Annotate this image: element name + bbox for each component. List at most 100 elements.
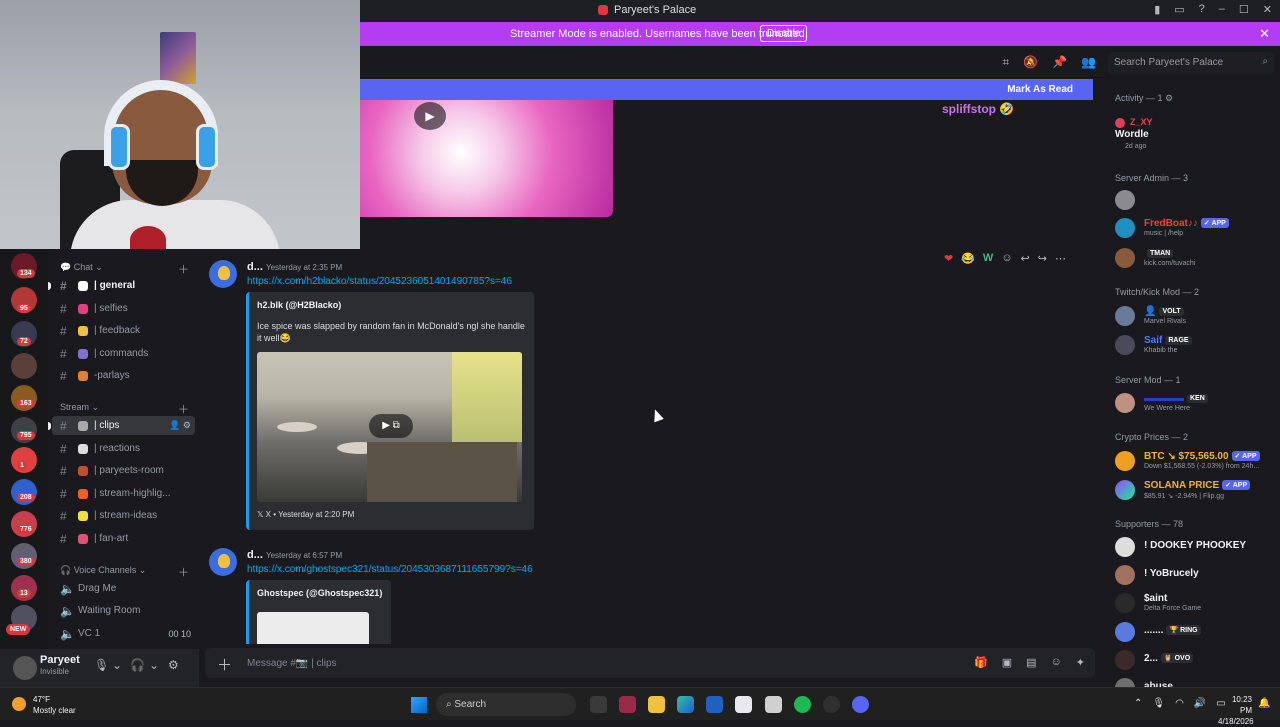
upload-plus-icon[interactable]: ＋ <box>217 654 232 675</box>
spotify-icon[interactable] <box>794 696 811 713</box>
screen-icon[interactable]: ▭ <box>1174 3 1184 16</box>
message-link[interactable]: https://x.com/h2blacko/status/2045236051… <box>247 276 512 287</box>
store-icon[interactable] <box>706 696 723 713</box>
channel-selfies[interactable]: # | selfies <box>52 299 195 318</box>
settings-gear-icon[interactable]: ⚙ <box>168 658 179 672</box>
windows-start-icon[interactable] <box>411 697 427 713</box>
embed-author[interactable]: Ghostspec (@Ghostspec321) <box>257 588 382 598</box>
embed-image[interactable] <box>257 612 369 644</box>
voice-channel-vc1[interactable]: 🔈 VC 1 00 10 <box>52 624 195 643</box>
avatar[interactable] <box>13 656 37 680</box>
gift-icon[interactable]: 🎁 <box>974 656 988 669</box>
channel-settings-icon[interactable]: 👤 ⚙ <box>169 420 191 431</box>
weather-widget[interactable]: 47°F Mostly clear <box>33 694 76 716</box>
member-row[interactable]: SOLANA PRICE ✓ APP $85.91 ↘ -2.94% | Flip… <box>1115 478 1275 504</box>
reaction-heart[interactable]: ❤ <box>944 252 953 265</box>
member-list-icon[interactable]: 👥 <box>1081 55 1096 70</box>
avatar[interactable] <box>209 548 237 576</box>
play-icon[interactable]: ▶ <box>414 102 446 130</box>
channel-commands[interactable]: # | commands <box>52 344 195 363</box>
task-view-icon[interactable] <box>590 696 607 713</box>
member-row[interactable]: ....... 🏆 RING <box>1115 620 1275 646</box>
tray-chevron-icon[interactable]: ⌃ <box>1134 698 1142 709</box>
apps-icon[interactable]: ✦ <box>1076 656 1085 669</box>
minimize-button[interactable]: – <box>1219 3 1225 16</box>
server-icon[interactable] <box>11 353 37 379</box>
threads-icon[interactable]: ⌗ <box>1002 55 1009 70</box>
disable-streamer-mode-button[interactable]: Disable <box>760 25 808 42</box>
add-channel-icon[interactable]: ＋ <box>178 401 189 417</box>
forward-icon[interactable]: ↪ <box>1038 252 1047 265</box>
member-activity[interactable]: Z_XY Wordle 2d ago <box>1115 116 1275 150</box>
voice-channel-waiting-room[interactable]: 🔈 Waiting Room <box>52 601 195 620</box>
chrome-icon[interactable] <box>823 696 840 713</box>
gif-icon[interactable]: ▣ <box>1002 656 1012 669</box>
microphone-icon[interactable]: 🎙 <box>94 658 109 672</box>
username[interactable]: Paryeet <box>40 654 80 666</box>
member-row[interactable]: abuse <box>1115 676 1275 687</box>
reaction-laugh[interactable]: 😂 <box>961 252 975 265</box>
file-explorer-icon[interactable] <box>648 696 665 713</box>
avatar[interactable] <box>209 260 237 288</box>
embed-video[interactable]: ▶ ⧉ <box>257 352 522 502</box>
voice-channel-drag-me[interactable]: 🔈 Drag Me <box>52 579 195 598</box>
add-channel-icon[interactable]: ＋ <box>178 261 189 277</box>
message-link[interactable]: https://x.com/ghostspec321/status/204530… <box>247 564 533 575</box>
mark-as-read-button[interactable]: Mark As Read <box>1007 84 1073 95</box>
app-icon[interactable] <box>619 696 636 713</box>
member-row[interactable]: BTC ↘ $75,565.00 ✓ APP Down $1,568.55 (-2… <box>1115 449 1275 475</box>
member-row[interactable]: Saif RAGE Khabib the <box>1115 333 1275 359</box>
close-banner-icon[interactable]: ✕ <box>1259 26 1270 42</box>
member-row[interactable] <box>1115 188 1275 214</box>
channel-general[interactable]: # | general <box>52 276 195 295</box>
channel-parlays[interactable]: # -parlays <box>52 366 195 385</box>
message-author[interactable]: d... <box>247 261 263 273</box>
pin-icon[interactable]: 📌 <box>1052 55 1067 70</box>
member-row[interactable]: FredBoat♪♪ ✓ APP music | /help <box>1115 216 1275 242</box>
inbox-icon[interactable]: ▮ <box>1154 3 1160 16</box>
help-icon[interactable]: ? <box>1199 3 1205 16</box>
microphone-tray-icon[interactable]: 🎙 <box>1152 698 1165 709</box>
app-icon[interactable] <box>735 696 752 713</box>
channel-feedback[interactable]: # | feedback <box>52 321 195 340</box>
member-row[interactable]: TMAN kick.com/tuvachi <box>1115 246 1275 272</box>
member-row[interactable]: 👤 VOLT Marvel Rivals <box>1115 304 1275 330</box>
category-stream[interactable]: Stream ⌄ ＋ <box>60 402 189 416</box>
message-input[interactable]: ＋ Message #📷 | clips 🎁 ▣ ▤ ☺ ✦ <box>205 648 1095 678</box>
more-icon[interactable]: ⋯ <box>1055 252 1066 265</box>
wifi-icon[interactable]: ◠ <box>1175 698 1184 709</box>
notification-bell-icon[interactable]: 🔔 <box>1258 698 1270 709</box>
headphones-icon[interactable]: 🎧 <box>130 658 145 672</box>
channel-reactions[interactable]: # | reactions <box>52 439 195 458</box>
edge-icon[interactable] <box>677 696 694 713</box>
notification-icon[interactable]: 🔕 <box>1023 55 1038 70</box>
add-reaction-icon[interactable]: ☺ <box>1001 252 1012 265</box>
member-row[interactable]: ▬▬▬▬ KEN We Were Here <box>1115 391 1275 417</box>
new-messages-bar[interactable]: Mark As Read <box>360 79 1093 100</box>
sticker-icon[interactable]: ▤ <box>1026 656 1036 669</box>
weather-icon[interactable] <box>12 697 26 711</box>
maximize-button[interactable]: ☐ <box>1239 3 1249 16</box>
channel-stream-ideas[interactable]: # | stream-ideas <box>52 506 195 525</box>
category-chat[interactable]: 💬 Chat ⌄ ＋ <box>60 262 189 276</box>
member-row[interactable]: 2... 🦉 OVO <box>1115 648 1275 674</box>
add-channel-icon[interactable]: ＋ <box>178 564 189 580</box>
mic-options-chevron-icon[interactable]: ⌄ <box>112 658 122 672</box>
volume-icon[interactable]: 🔊 <box>1194 698 1206 709</box>
video-play-icon[interactable]: ▶ ⧉ <box>369 414 413 438</box>
channel-stream-highlights[interactable]: # | stream-highlig... <box>52 484 195 503</box>
member-row[interactable]: ! YoBrucely <box>1115 563 1275 589</box>
member-row[interactable]: $aint Delta Force Game <box>1115 591 1275 617</box>
channel-fan-art[interactable]: # | fan-art <box>52 529 195 548</box>
member-row[interactable]: ! DOOKEY PHOOKEY <box>1115 535 1275 561</box>
taskbar-clock[interactable]: 10:23 PM 4/18/2026 <box>1218 694 1254 727</box>
channel-clips[interactable]: # | clips 👤 ⚙ <box>52 416 195 435</box>
new-badge[interactable]: NEW <box>6 624 31 635</box>
video-thumbnail[interactable] <box>360 100 613 217</box>
channel-paryeets-room[interactable]: # | paryeets-room <box>52 461 195 480</box>
emoji-icon[interactable]: ☺ <box>1051 656 1062 669</box>
notepad-icon[interactable] <box>765 696 782 713</box>
message-author[interactable]: d... <box>247 549 263 561</box>
reaction-w[interactable]: W <box>983 252 993 265</box>
taskbar-search[interactable]: ⌕ Search <box>436 693 576 716</box>
